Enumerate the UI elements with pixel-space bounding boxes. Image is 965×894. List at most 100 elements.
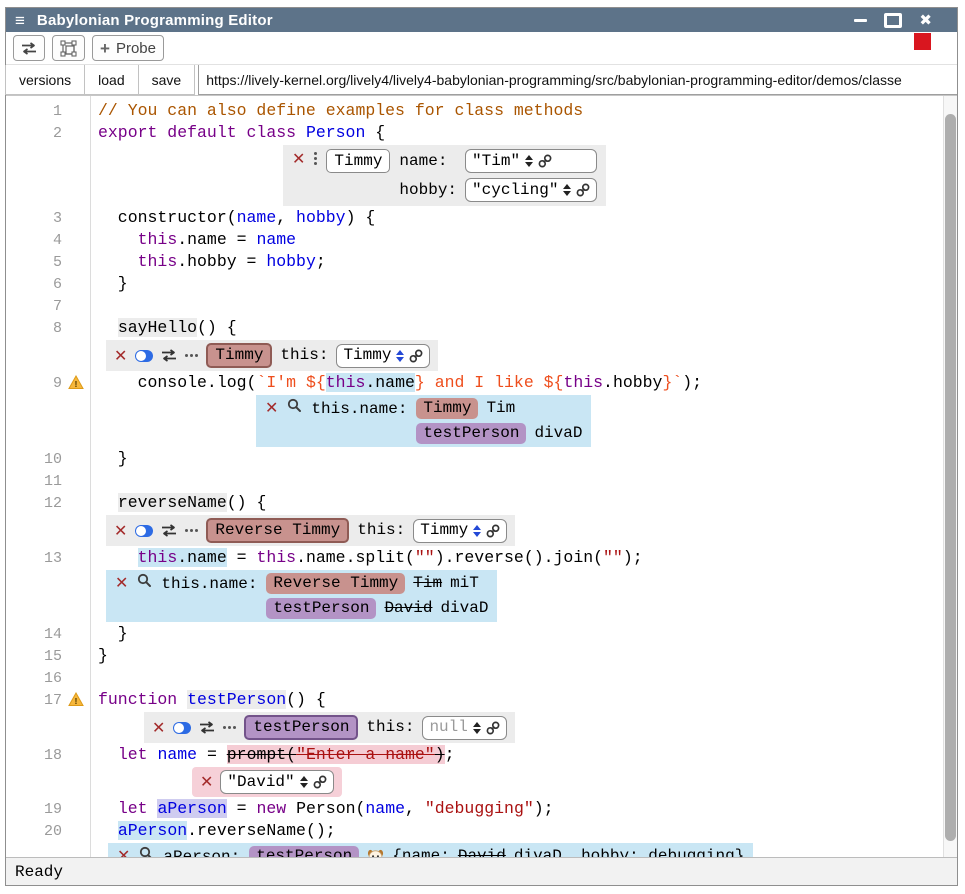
link-connect-button[interactable] [486,524,500,538]
example-badge[interactable]: Timmy [416,398,478,419]
stepper-up-icon[interactable] [300,776,308,781]
example-badge[interactable]: testPerson [249,846,359,857]
delete-instance-button[interactable]: ✕ [114,346,127,366]
stepper-up-icon[interactable] [473,525,481,530]
probe-value: {name: [392,846,450,857]
delete-instance-button[interactable]: ✕ [114,521,127,541]
code-line[interactable]: function testPerson() { [90,689,326,710]
more-options-button[interactable] [223,726,236,729]
stepper-up-icon[interactable] [396,350,404,355]
link-connect-button[interactable] [313,775,327,789]
code-token [98,230,138,249]
stepper-down-icon[interactable] [396,357,404,362]
close-button[interactable]: ✖ [919,13,932,28]
delete-probe-button[interactable]: ✕ [265,398,278,418]
more-options-button[interactable] [185,529,198,532]
link-connect-button[interactable] [538,154,552,168]
code-line[interactable]: this.name = this.name.split("").reverse(… [90,547,643,568]
delete-probe-button[interactable]: ✕ [115,573,128,593]
stepper-down-icon[interactable] [300,783,308,788]
stepper-up-icon[interactable] [563,184,571,189]
code-line[interactable]: sayHello() { [90,317,237,338]
probe-result-row: TimmyTim [416,398,582,419]
code-editor[interactable]: 1// You can also define examples for cla… [6,96,957,857]
value-stepper[interactable] [300,776,308,788]
activate-toggle-button[interactable] [135,350,153,362]
example-badge[interactable]: Timmy [206,343,272,368]
value-stepper[interactable] [396,350,404,362]
this-value-box[interactable]: Timmy [413,519,507,543]
activate-toggle-button[interactable] [173,722,191,734]
stepper-down-icon[interactable] [563,191,571,196]
code-line[interactable]: console.log(`I'm ${this.name} and I like… [90,372,702,393]
code-line[interactable]: } [90,273,128,294]
versions-button[interactable]: versions [5,65,85,95]
example-badge[interactable]: testPerson [266,598,376,619]
value-stepper[interactable] [473,722,481,734]
load-button[interactable]: load [84,65,138,95]
code-line[interactable]: let name = prompt("Enter a name"); [90,744,455,765]
code-line[interactable]: // You can also define examples for clas… [90,100,583,121]
code-line[interactable]: this.name = name [90,229,296,250]
scrollbar-thumb[interactable] [945,114,956,841]
code-line[interactable]: } [90,645,108,666]
code-token: ; [316,252,326,271]
code-line[interactable]: aPerson.reverseName(); [90,820,336,841]
code-line[interactable]: let aPerson = new Person(name, "debuggin… [90,798,554,819]
add-probe-button[interactable]: + Probe [92,35,164,61]
param-value-box[interactable]: "cycling" [465,178,597,202]
link-connect-button[interactable] [409,349,423,363]
swap-icon-button[interactable] [199,721,215,734]
example-badge[interactable]: testPerson [244,715,358,740]
replacement-value-box[interactable]: "David" [220,770,333,794]
example-badge[interactable]: Reverse Timmy [206,518,349,543]
delete-example-button[interactable]: ✕ [292,149,305,169]
value-stepper[interactable] [473,525,481,537]
delete-probe-button[interactable]: ✕ [117,846,130,857]
code-token: `I'm [256,373,306,392]
delete-replacement-button[interactable]: ✕ [200,772,213,792]
vertical-scrollbar[interactable] [943,96,957,857]
code-line[interactable]: export default class Person { [90,122,385,143]
stepper-up-icon[interactable] [525,155,533,160]
stepper-down-icon[interactable] [473,729,481,734]
drag-handle-icon[interactable] [314,149,317,165]
code-token: this [138,230,178,249]
maximize-button[interactable] [884,13,902,28]
code-line[interactable]: reverseName() { [90,492,266,513]
swap-icon-button[interactable] [161,349,177,362]
swap-icon-button[interactable] [161,524,177,537]
code-token: , [276,208,296,227]
activate-toggle-button[interactable] [135,525,153,537]
link-connect-button[interactable] [576,183,590,197]
hamburger-menu-icon[interactable]: ≡ [15,12,25,29]
value-stepper[interactable] [563,184,571,196]
save-button[interactable]: save [138,65,196,95]
more-options-button[interactable] [185,354,198,357]
link-connect-button[interactable] [486,721,500,735]
code-line-row: 11 [6,470,957,492]
code-token: sayHello [118,318,197,337]
url-field[interactable]: https://lively-kernel.org/lively4/lively… [198,65,957,95]
example-badge[interactable]: Reverse Timmy [266,573,405,594]
select-target-button[interactable] [52,35,85,61]
param-value-box[interactable]: "Tim" [465,149,597,173]
this-label: this: [357,520,405,541]
value-stepper[interactable] [525,155,533,167]
code-line[interactable]: } [90,448,128,469]
stepper-up-icon[interactable] [473,722,481,727]
example-name-box[interactable]: Timmy [326,149,390,173]
minimize-button[interactable] [854,19,867,22]
stepper-down-icon[interactable] [525,162,533,167]
code-line[interactable]: } [90,623,128,644]
code-line[interactable]: this.hobby = hobby; [90,251,326,272]
code-line[interactable]: constructor(name, hobby) { [90,207,375,228]
swap-connections-button[interactable] [13,35,45,61]
code-token [177,690,187,709]
this-value-box[interactable]: null [422,716,506,740]
code-token: Person [306,123,365,142]
delete-instance-button[interactable]: ✕ [152,718,165,738]
stepper-down-icon[interactable] [473,532,481,537]
this-value-box[interactable]: Timmy [336,344,430,368]
example-badge[interactable]: testPerson [416,423,526,444]
